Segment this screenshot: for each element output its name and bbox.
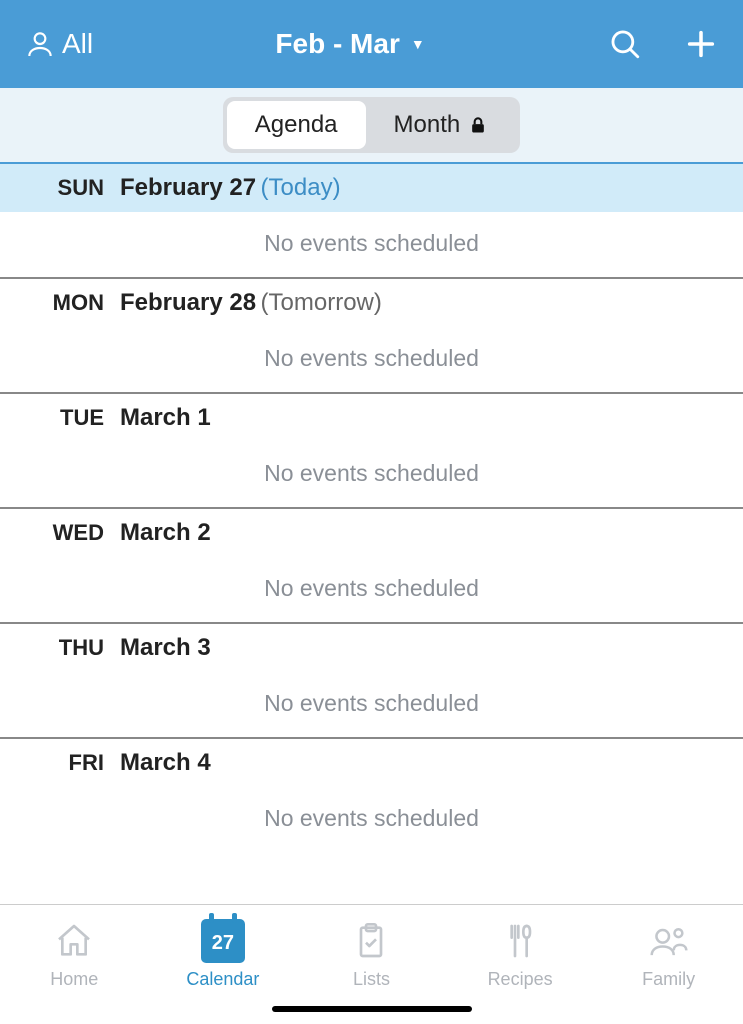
date-range-selector[interactable]: Feb - Mar ▼ xyxy=(275,28,424,60)
clipboard-icon xyxy=(347,917,395,965)
date-range-title: Feb - Mar xyxy=(275,28,399,60)
search-button[interactable] xyxy=(607,26,643,62)
day-date: February 27 xyxy=(120,174,256,201)
day-date-wrap: February 27 (Today) xyxy=(120,174,341,202)
tab-recipes[interactable]: Recipes xyxy=(460,917,580,990)
day-header[interactable]: WEDMarch 2 xyxy=(0,509,743,557)
tab-lists[interactable]: Lists xyxy=(311,917,431,990)
tab-home-label: Home xyxy=(50,969,98,990)
search-icon xyxy=(608,27,642,61)
no-events-text: No events scheduled xyxy=(0,672,743,737)
month-label: Month xyxy=(394,111,461,139)
utensils-icon xyxy=(496,917,544,965)
day-header[interactable]: TUEMarch 1 xyxy=(0,394,743,442)
day-of-week: SUN xyxy=(0,175,120,201)
day-date-wrap: March 4 xyxy=(120,749,211,777)
day-date: March 4 xyxy=(120,749,211,776)
no-events-text: No events scheduled xyxy=(0,557,743,622)
day-date-wrap: March 3 xyxy=(120,634,211,662)
day-header[interactable]: FRIMarch 4 xyxy=(0,739,743,787)
home-indicator xyxy=(272,1006,472,1012)
no-events-text: No events scheduled xyxy=(0,787,743,852)
segmented-control: Agenda Month xyxy=(223,97,520,153)
day-of-week: TUE xyxy=(0,405,120,431)
day-section: WEDMarch 2No events scheduled xyxy=(0,509,743,624)
tab-home[interactable]: Home xyxy=(14,917,134,990)
day-header[interactable]: THUMarch 3 xyxy=(0,624,743,672)
day-of-week: WED xyxy=(0,520,120,546)
top-header: All Feb - Mar ▼ xyxy=(0,0,743,88)
day-date-wrap: March 1 xyxy=(120,404,211,432)
tab-calendar-label: Calendar xyxy=(186,969,259,990)
no-events-text: No events scheduled xyxy=(0,327,743,392)
day-date: February 28 xyxy=(120,289,256,316)
no-events-text: No events scheduled xyxy=(0,442,743,507)
no-events-text: No events scheduled xyxy=(0,212,743,277)
day-section: TUEMarch 1No events scheduled xyxy=(0,394,743,509)
view-option-agenda[interactable]: Agenda xyxy=(227,101,366,149)
filter-button[interactable]: All xyxy=(24,28,93,60)
tab-lists-label: Lists xyxy=(353,969,390,990)
person-icon xyxy=(24,28,56,60)
day-date: March 2 xyxy=(120,519,211,546)
tab-calendar[interactable]: 27 Calendar xyxy=(163,917,283,990)
calendar-day-number: 27 xyxy=(212,932,234,955)
add-button[interactable] xyxy=(683,26,719,62)
lock-icon xyxy=(468,113,488,137)
day-of-week: MON xyxy=(0,290,120,316)
day-header[interactable]: MONFebruary 28 (Tomorrow) xyxy=(0,279,743,327)
header-actions xyxy=(607,26,719,62)
calendar-icon: 27 xyxy=(199,917,247,965)
chevron-down-icon: ▼ xyxy=(411,36,425,52)
day-date-wrap: February 28 (Tomorrow) xyxy=(120,289,382,317)
agenda-label: Agenda xyxy=(255,111,338,139)
day-date: March 1 xyxy=(120,404,211,431)
plus-icon xyxy=(684,27,718,61)
tab-recipes-label: Recipes xyxy=(488,969,553,990)
day-section: SUNFebruary 27 (Today)No events schedule… xyxy=(0,164,743,279)
day-date-wrap: March 2 xyxy=(120,519,211,547)
day-header[interactable]: SUNFebruary 27 (Today) xyxy=(0,164,743,212)
day-of-week: FRI xyxy=(0,750,120,776)
tab-family-label: Family xyxy=(642,969,695,990)
home-icon xyxy=(50,917,98,965)
filter-label: All xyxy=(62,28,93,60)
tab-family[interactable]: Family xyxy=(609,917,729,990)
day-relative-label: (Tomorrow) xyxy=(261,289,382,316)
day-section: FRIMarch 4No events scheduled xyxy=(0,739,743,852)
view-toggle-bar: Agenda Month xyxy=(0,88,743,164)
day-relative-label: (Today) xyxy=(261,174,341,201)
day-section: THUMarch 3No events scheduled xyxy=(0,624,743,739)
family-icon xyxy=(645,917,693,965)
bottom-tab-bar: Home 27 Calendar Lists Recipes Family xyxy=(0,904,743,1024)
day-of-week: THU xyxy=(0,635,120,661)
day-section: MONFebruary 28 (Tomorrow)No events sched… xyxy=(0,279,743,394)
agenda-list[interactable]: SUNFebruary 27 (Today)No events schedule… xyxy=(0,164,743,904)
view-option-month[interactable]: Month xyxy=(366,101,517,149)
day-date: March 3 xyxy=(120,634,211,661)
